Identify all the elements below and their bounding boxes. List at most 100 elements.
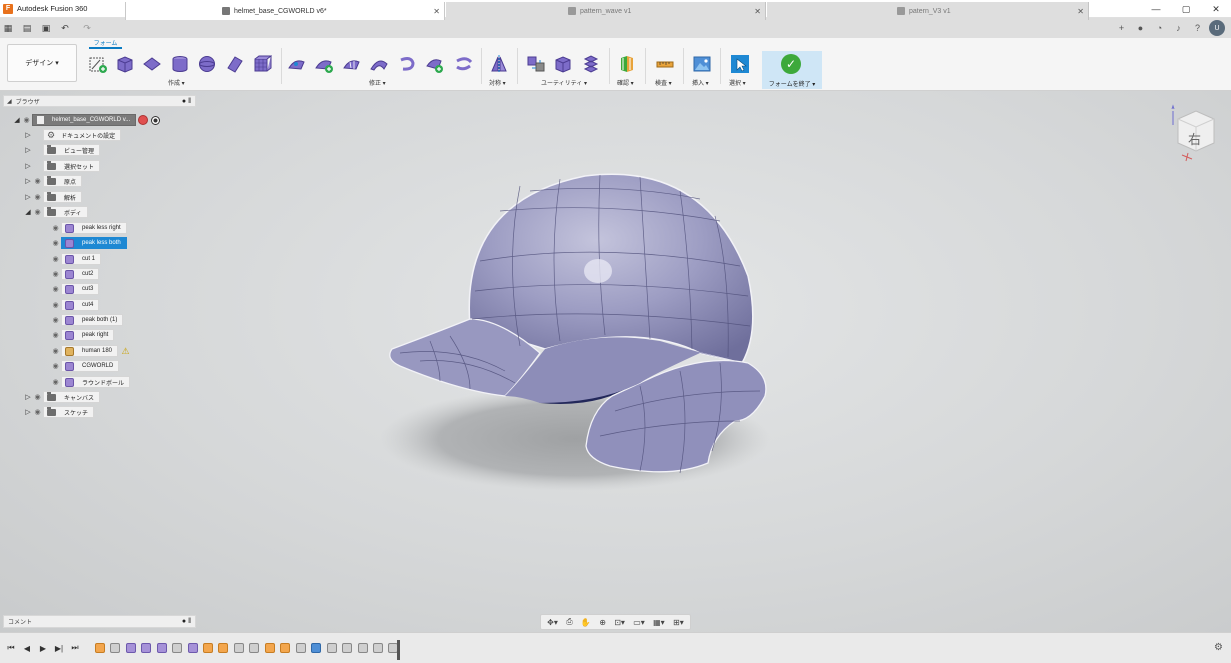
online-status-icon[interactable]: ● — [1133, 21, 1148, 36]
timeline-feature-icon[interactable] — [234, 643, 244, 653]
inspect-color-group-label[interactable]: 確認 ▾ — [617, 78, 634, 87]
timeline-play-button[interactable]: ▶ — [37, 642, 49, 654]
eye-icon[interactable]: ◉ — [32, 406, 43, 418]
eye-icon[interactable]: ◉ — [50, 376, 61, 388]
eye-icon[interactable]: ◉ — [32, 175, 43, 187]
create-sketch-icon[interactable] — [88, 54, 108, 74]
body-row[interactable]: ◉ cut4 — [50, 299, 100, 311]
eye-icon[interactable]: ◉ — [50, 299, 61, 311]
timeline-next-button[interactable]: ▶| — [53, 642, 65, 654]
subdivide-icon[interactable] — [342, 54, 362, 74]
extrude-face-icon[interactable] — [225, 54, 245, 74]
body-chip[interactable]: CGWORLD — [61, 360, 120, 372]
body-row[interactable]: ◉ peak less right — [50, 222, 127, 234]
data-panel-grid-icon[interactable]: ▦ — [0, 18, 16, 38]
browser-folder-chip[interactable]: スケッチ — [43, 406, 95, 418]
browser-collapse-triangle-icon[interactable]: ◢ — [7, 98, 12, 105]
body-row[interactable]: ◉ ラウンドボール — [50, 376, 131, 388]
browser-panel-controls[interactable]: ● ‖ — [182, 98, 191, 105]
body-chip[interactable]: peak right — [61, 329, 115, 341]
fit-icon[interactable]: ⊡▾ — [614, 618, 625, 627]
viewports-icon[interactable]: ⊞▾ — [673, 618, 684, 627]
body-row[interactable]: ◉ peak both (1) — [50, 314, 124, 326]
notifications-icon[interactable]: ♪ — [1171, 21, 1186, 36]
save-icon[interactable]: ▣ — [38, 18, 54, 38]
timeline-feature-icon[interactable] — [358, 643, 368, 653]
look-at-icon[interactable]: ⎙ — [566, 617, 572, 627]
eye-icon[interactable]: ◉ — [50, 345, 61, 357]
insert-group-label[interactable]: 挿入 ▾ — [692, 78, 709, 87]
expand-triangle-icon[interactable]: ◢ — [24, 206, 32, 218]
body-chip[interactable]: peak less both — [61, 237, 127, 249]
browser-folder-row[interactable]: ▷ ビュー管理 — [24, 144, 101, 156]
timeline-previous-button[interactable]: ◀ — [21, 642, 33, 654]
bridge-icon[interactable] — [369, 54, 389, 74]
eye-icon[interactable]: ◉ — [50, 268, 61, 280]
browser-folder-chip[interactable]: 解析 — [43, 191, 83, 203]
browser-folder-chip[interactable]: ビュー管理 — [43, 144, 101, 156]
body-row[interactable]: ◉ peak right — [50, 329, 115, 341]
browser-folder-chip[interactable]: ⚙ ドキュメントの設定 — [43, 129, 122, 141]
eye-icon[interactable]: ◉ — [50, 222, 61, 234]
timeline-feature-icon[interactable] — [249, 643, 259, 653]
record-icon[interactable] — [138, 115, 149, 125]
expand-triangle-icon[interactable]: ▷ — [24, 175, 32, 187]
expand-triangle-icon[interactable]: ▷ — [24, 406, 32, 418]
timeline-feature-icon[interactable] — [373, 643, 383, 653]
measure-icon[interactable] — [655, 54, 675, 74]
body-chip[interactable]: ラウンドボール — [61, 376, 131, 388]
activate-radio-icon[interactable] — [151, 115, 161, 125]
file-menu-icon[interactable]: ▤ — [16, 18, 38, 38]
timeline-feature-icon[interactable] — [95, 643, 105, 653]
browser-folder-row[interactable]: ◢ ◉ ボディ — [24, 206, 88, 218]
comments-panel[interactable]: コメント ● ‖ — [3, 615, 196, 628]
eye-icon[interactable]: ◉ — [21, 114, 32, 126]
symmetry-group-label[interactable]: 対称 ▾ — [489, 78, 506, 87]
eye-icon[interactable] — [32, 144, 43, 156]
undo-icon[interactable]: ↶ — [54, 18, 76, 38]
tab-patern-v3[interactable]: patern_V3 v1 ✕ — [767, 2, 1089, 20]
timeline-feature-icon[interactable] — [311, 643, 321, 653]
close-window-button[interactable]: ✕ — [1201, 0, 1231, 18]
collapse-triangle-icon[interactable]: ◢ — [13, 114, 21, 126]
browser-folder-row[interactable]: ▷ ⚙ ドキュメントの設定 — [24, 129, 122, 141]
body-row[interactable]: ◉ CGWORLD — [50, 360, 120, 372]
close-tab-icon[interactable]: ✕ — [433, 7, 440, 16]
fill-hole-icon[interactable] — [397, 54, 417, 74]
body-chip[interactable]: peak both (1) — [61, 314, 124, 326]
browser-folder-row[interactable]: ▷ ◉ 解析 — [24, 191, 83, 203]
minimize-button[interactable]: — — [1141, 0, 1171, 18]
timeline-feature-icon[interactable] — [110, 643, 120, 653]
convert-icon[interactable] — [526, 54, 546, 74]
expand-triangle-icon[interactable]: ▷ — [24, 160, 32, 172]
timeline-feature-icon[interactable] — [126, 643, 136, 653]
plane-icon[interactable] — [142, 54, 162, 74]
timeline-last-button[interactable]: ⏭ — [69, 642, 81, 654]
timeline-feature-icon[interactable] — [296, 643, 306, 653]
weld-vertices-icon[interactable] — [424, 54, 444, 74]
modify-group-label[interactable]: 修正 ▾ — [369, 78, 386, 87]
pan-icon[interactable]: ✋ — [581, 618, 591, 627]
timeline-feature-icon[interactable] — [218, 643, 228, 653]
insert-edge-icon[interactable] — [314, 54, 334, 74]
timeline-feature-icon[interactable] — [203, 643, 213, 653]
finish-form-button[interactable]: ✓ フォームを終了 ▾ — [762, 51, 822, 89]
browser-folder-chip[interactable]: キャンバス — [43, 391, 101, 403]
eye-icon[interactable] — [32, 129, 43, 141]
timeline-feature-icon[interactable] — [280, 643, 290, 653]
comments-controls[interactable]: ● ‖ — [182, 618, 191, 625]
warning-icon[interactable]: ⚠ — [120, 346, 131, 356]
browser-folder-row[interactable]: ▷ ◉ キャンバス — [24, 391, 101, 403]
eye-icon[interactable]: ◉ — [32, 191, 43, 203]
browser-folder-chip[interactable]: 原点 — [43, 175, 83, 187]
body-chip[interactable]: cut4 — [61, 299, 100, 311]
body-chip[interactable]: human 180 — [61, 345, 119, 357]
eye-icon[interactable]: ◉ — [32, 206, 43, 218]
avatar[interactable]: U — [1209, 20, 1225, 36]
expand-triangle-icon[interactable]: ▷ — [24, 191, 32, 203]
timeline-feature-icon[interactable] — [141, 643, 151, 653]
body-row[interactable]: ◉ peak less both — [50, 237, 127, 249]
timeline-feature-icon[interactable] — [342, 643, 352, 653]
select-icon[interactable] — [730, 54, 750, 74]
root-component-chip[interactable]: helmet_base_CGWORLD v... — [32, 114, 137, 126]
